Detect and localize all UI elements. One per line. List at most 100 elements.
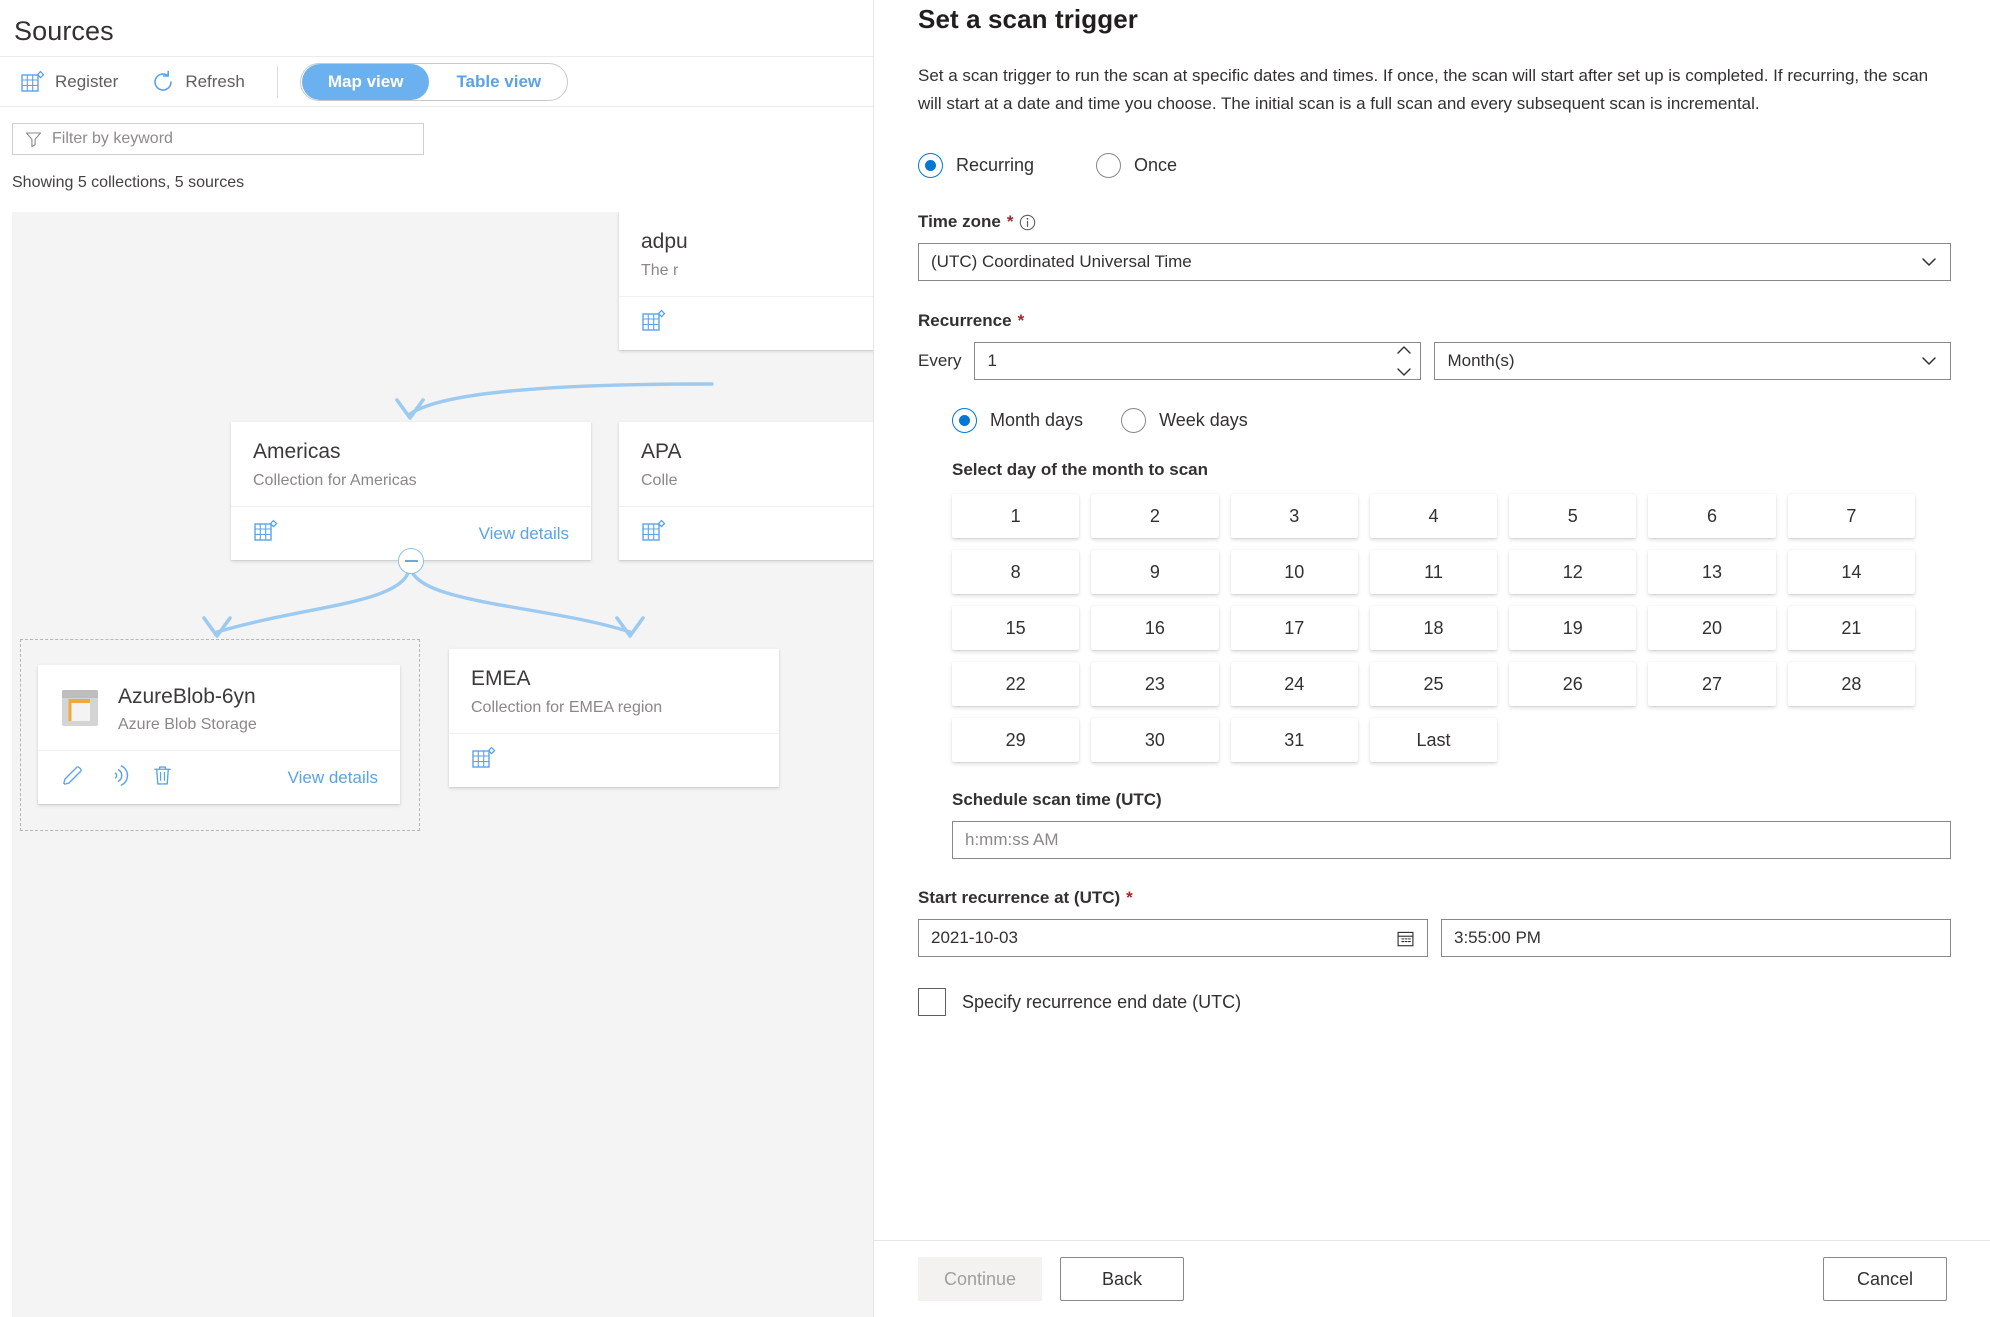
start-recurrence-label-text: Start recurrence at (UTC)	[918, 888, 1121, 908]
radio-recurring[interactable]: Recurring	[918, 153, 1034, 179]
view-details-link[interactable]: View details	[288, 768, 378, 788]
day-cell[interactable]: 6	[1648, 494, 1776, 539]
card-title: EMEA	[471, 667, 531, 690]
day-cell[interactable]: 19	[1509, 606, 1637, 651]
radio-month-days-label: Month days	[990, 410, 1084, 431]
scan-icon[interactable]	[105, 763, 130, 793]
cancel-button[interactable]: Cancel	[1823, 1257, 1947, 1301]
chevron-down-icon[interactable]	[1396, 362, 1412, 382]
day-cell[interactable]: Last	[1369, 718, 1498, 763]
day-cell[interactable]: 28	[1787, 662, 1915, 707]
panel-title: Set a scan trigger	[918, 4, 1138, 34]
day-cell[interactable]: 22	[952, 662, 1080, 707]
day-cell[interactable]: 7	[1787, 494, 1915, 539]
collapse-toggle-americas[interactable]	[398, 548, 424, 574]
collection-card-apac[interactable]: APA Colle	[619, 422, 873, 561]
radio-month-days[interactable]: Month days	[952, 408, 1084, 434]
day-picker-label: Select day of the month to scan	[952, 460, 1208, 480]
day-cell[interactable]: 15	[952, 606, 1080, 651]
tab-map-view[interactable]: Map view	[301, 63, 430, 100]
day-cell[interactable]: 1	[952, 494, 1080, 539]
register-button[interactable]: Register	[18, 65, 130, 99]
recurrence-unit-value: Month(s)	[1447, 351, 1515, 371]
panel-content: Set a scan trigger Set a scan trigger to…	[874, 0, 1990, 1240]
radio-recurring-indicator	[918, 153, 943, 179]
day-cell[interactable]: 23	[1091, 662, 1219, 707]
day-cell[interactable]: 9	[1091, 550, 1219, 595]
radio-once[interactable]: Once	[1096, 153, 1177, 179]
sources-pane: Sources Register Refresh Map view Table …	[0, 0, 873, 1317]
day-cell[interactable]: 31	[1230, 718, 1358, 763]
refresh-button[interactable]: Refresh	[148, 65, 257, 99]
day-cell[interactable]: 14	[1787, 550, 1915, 595]
azure-blob-storage-icon	[58, 685, 102, 734]
collection-card-americas[interactable]: Americas Collection for Americas View de…	[231, 422, 591, 561]
day-cell[interactable]: 18	[1369, 606, 1498, 651]
schedule-scan-time-input[interactable]: h:mm:ss AM	[952, 821, 1951, 860]
day-cell[interactable]: 21	[1787, 606, 1915, 651]
search-input[interactable]: Filter by keyword	[12, 123, 424, 155]
required-asterisk: *	[1017, 311, 1025, 331]
required-asterisk: *	[1006, 212, 1014, 232]
recurrence-interval-stepper[interactable]: 1	[974, 340, 1422, 382]
time-zone-label-text: Time zone	[918, 212, 1001, 232]
day-cell[interactable]: 10	[1230, 550, 1358, 595]
day-cell[interactable]: 16	[1091, 606, 1219, 651]
start-recurrence-label: Start recurrence at (UTC) *	[918, 888, 1951, 908]
day-cell[interactable]: 29	[952, 718, 1080, 763]
day-cell[interactable]: 24	[1230, 662, 1358, 707]
day-cell[interactable]: 26	[1509, 662, 1637, 707]
stepper-buttons	[1396, 340, 1412, 382]
specify-end-date-checkbox[interactable]: Specify recurrence end date (UTC)	[918, 988, 1951, 1017]
day-cell[interactable]: 25	[1369, 662, 1498, 707]
source-card-azureblob[interactable]: AzureBlob-6yn Azure Blob Storage View de…	[38, 665, 400, 804]
day-cell[interactable]: 5	[1509, 494, 1637, 539]
day-cell[interactable]: 27	[1648, 662, 1776, 707]
sources-command-bar: Register Refresh Map view Table view	[0, 57, 873, 106]
continue-button[interactable]: Continue	[918, 1257, 1042, 1301]
day-cell[interactable]: 2	[1091, 494, 1219, 539]
day-cell[interactable]: 30	[1091, 718, 1219, 763]
schedule-scan-time-field: Schedule scan time (UTC) h:mm:ss AM	[952, 790, 1951, 860]
collection-icon[interactable]	[253, 518, 279, 549]
view-details-link[interactable]: View details	[479, 524, 569, 544]
every-label: Every	[918, 351, 962, 371]
schedule-scan-time-placeholder: h:mm:ss AM	[965, 830, 1059, 850]
info-icon[interactable]	[1019, 214, 1036, 231]
calendar-icon[interactable]	[1396, 929, 1415, 948]
day-cell[interactable]: 12	[1509, 550, 1637, 595]
tab-table-view[interactable]: Table view	[430, 64, 567, 100]
start-date-input[interactable]: 2021-10-03	[918, 919, 1428, 958]
day-cell[interactable]: 17	[1230, 606, 1358, 651]
source-card-subtitle: Azure Blob Storage	[118, 716, 257, 733]
card-title: APA	[641, 440, 682, 463]
day-cell[interactable]: 13	[1648, 550, 1776, 595]
collection-icon[interactable]	[641, 308, 667, 339]
recurrence-field: Recurrence * Every 1 Month(s) Month days…	[918, 311, 1951, 860]
collection-card-adpurview[interactable]: adpu The r	[619, 212, 873, 351]
back-button[interactable]: Back	[1060, 1257, 1184, 1301]
collection-map-canvas: adpu The r Americas Collection for Ameri…	[12, 212, 873, 1317]
delete-icon[interactable]	[150, 763, 175, 793]
radio-week-days[interactable]: Week days	[1121, 408, 1248, 434]
day-cell[interactable]: 3	[1230, 494, 1358, 539]
day-mode-radio-group: Month days Week days	[952, 408, 1951, 434]
start-time-input[interactable]: 3:55:00 PM	[1441, 919, 1951, 958]
time-zone-select[interactable]: (UTC) Coordinated Universal Time	[918, 243, 1951, 282]
recurrence-unit-select[interactable]: Month(s)	[1434, 342, 1951, 381]
day-cell[interactable]: 4	[1369, 494, 1498, 539]
edit-icon[interactable]	[60, 763, 85, 793]
collection-card-emea[interactable]: EMEA Collection for EMEA region	[449, 649, 779, 788]
chevron-up-icon[interactable]	[1396, 340, 1412, 360]
card-footer-icons	[253, 518, 279, 549]
collection-icon[interactable]	[471, 745, 497, 776]
day-picker: Select day of the month to scan 12345678…	[952, 460, 1951, 763]
day-cell[interactable]: 8	[952, 550, 1080, 595]
day-cell[interactable]: 20	[1648, 606, 1776, 651]
day-cell[interactable]: 11	[1369, 550, 1498, 595]
checkbox-indicator	[918, 988, 946, 1017]
collection-icon[interactable]	[641, 518, 667, 549]
scan-trigger-panel: Set a scan trigger Set a scan trigger to…	[873, 0, 1990, 1317]
card-footer	[449, 733, 779, 787]
card-subtitle: Colle	[641, 472, 678, 490]
